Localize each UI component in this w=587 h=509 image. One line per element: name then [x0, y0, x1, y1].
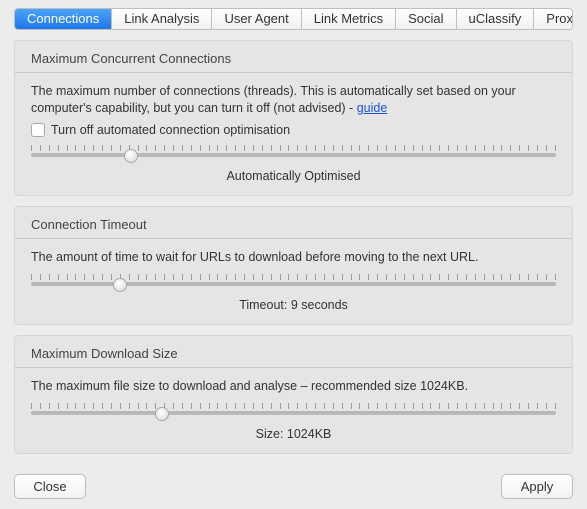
- slider-thumb[interactable]: [124, 149, 138, 163]
- panel-divider: [15, 72, 572, 73]
- slider-track: [31, 153, 556, 157]
- tab-user-agent[interactable]: User Agent: [212, 9, 301, 29]
- panel-divider: [15, 367, 572, 368]
- panel-divider: [15, 238, 572, 239]
- slider-ticks: [31, 145, 556, 153]
- slider-track: [31, 282, 556, 286]
- connections-slider[interactable]: [31, 145, 556, 163]
- panel-body: The maximum number of connections (threa…: [15, 83, 572, 183]
- slider-caption: Automatically Optimised: [31, 169, 556, 183]
- panel-description: The maximum number of connections (threa…: [31, 83, 556, 117]
- panel-title: Maximum Download Size: [15, 336, 572, 367]
- panel-body: The amount of time to wait for URLs to d…: [15, 249, 572, 312]
- tab-connections[interactable]: Connections: [15, 9, 112, 29]
- slider-thumb[interactable]: [113, 278, 127, 292]
- panel-max-download-size: Maximum Download Size The maximum file s…: [14, 335, 573, 454]
- content-area: Maximum Concurrent Connections The maxim…: [0, 30, 587, 454]
- panel-description: The amount of time to wait for URLs to d…: [31, 249, 556, 266]
- optimisation-checkbox-row[interactable]: Turn off automated connection optimisati…: [31, 123, 556, 137]
- tab-proxies[interactable]: Proxies: [534, 9, 573, 29]
- tab-link-metrics[interactable]: Link Metrics: [302, 9, 396, 29]
- tab-link-analysis[interactable]: Link Analysis: [112, 9, 212, 29]
- slider-caption: Size: 1024KB: [31, 427, 556, 441]
- apply-button[interactable]: Apply: [501, 474, 573, 499]
- guide-link[interactable]: guide: [357, 101, 388, 115]
- tab-social[interactable]: Social: [396, 9, 456, 29]
- panel-title: Connection Timeout: [15, 207, 572, 238]
- footer: Close Apply: [0, 474, 587, 499]
- panel-connection-timeout: Connection Timeout The amount of time to…: [14, 206, 573, 325]
- desc-text: The maximum number of connections (threa…: [31, 84, 516, 115]
- slider-thumb[interactable]: [155, 407, 169, 421]
- close-button[interactable]: Close: [14, 474, 86, 499]
- panel-description: The maximum file size to download and an…: [31, 378, 556, 395]
- checkbox-icon[interactable]: [31, 123, 45, 137]
- timeout-slider[interactable]: [31, 274, 556, 292]
- timeout-slider-wrap: Timeout: 9 seconds: [31, 274, 556, 312]
- panel-body: The maximum file size to download and an…: [15, 378, 572, 441]
- panel-title: Maximum Concurrent Connections: [15, 41, 572, 72]
- panel-concurrent-connections: Maximum Concurrent Connections The maxim…: [14, 40, 573, 196]
- slider-ticks: [31, 274, 556, 282]
- footer-spacer: [86, 474, 501, 499]
- size-slider[interactable]: [31, 403, 556, 421]
- slider-track: [31, 411, 556, 415]
- checkbox-label: Turn off automated connection optimisati…: [51, 123, 290, 137]
- size-slider-wrap: Size: 1024KB: [31, 403, 556, 441]
- slider-ticks: [31, 403, 556, 411]
- tab-bar: ConnectionsLink AnalysisUser AgentLink M…: [14, 8, 573, 30]
- tab-uclassify[interactable]: uClassify: [457, 9, 535, 29]
- connections-slider-wrap: Automatically Optimised: [31, 145, 556, 183]
- slider-caption: Timeout: 9 seconds: [31, 298, 556, 312]
